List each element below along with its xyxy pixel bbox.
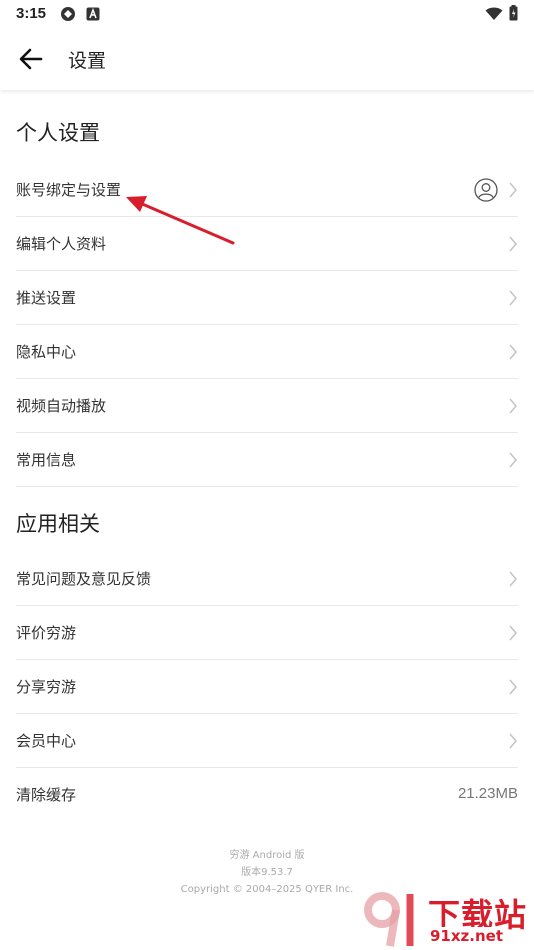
back-button[interactable]	[16, 45, 46, 73]
chevron-right-icon	[509, 571, 517, 587]
section-title-personal: 个人设置	[16, 121, 100, 145]
watermark-url: 91xz.net	[428, 927, 506, 945]
chevron-right-icon	[509, 452, 517, 468]
settings-item-label: 编辑个人资料	[16, 235, 107, 253]
settings-item-label: 推送设置	[16, 289, 77, 307]
chevron-right-icon	[509, 236, 517, 252]
cache-size-value: 21.23MB	[457, 785, 518, 802]
chevron-right-icon	[509, 290, 517, 306]
status-time: 3:15	[16, 5, 47, 22]
a-notification-icon	[86, 6, 100, 25]
app-bar: 设置	[0, 28, 534, 90]
settings-item-label: 隐私中心	[16, 343, 77, 361]
settings-item-video-autoplay[interactable]: 视频自动播放	[16, 379, 518, 433]
vpn-icon	[60, 6, 76, 26]
status-bar: 3:15	[0, 0, 534, 28]
settings-item-share-app[interactable]: 分享穷游	[16, 660, 518, 714]
chevron-right-icon	[509, 733, 517, 749]
settings-item-push[interactable]: 推送设置	[16, 271, 518, 325]
footer-version-number: 版本9.53.7	[241, 867, 293, 878]
settings-item-common-info[interactable]: 常用信息	[16, 433, 518, 487]
battery-icon	[509, 5, 518, 25]
settings-item-faq-feedback[interactable]: 常见问题及意见反馈	[16, 552, 518, 606]
settings-item-label: 会员中心	[16, 732, 77, 750]
watermark-91-logo-icon	[364, 892, 414, 947]
chevron-right-icon	[509, 398, 517, 414]
page-title: 设置	[68, 50, 107, 72]
chevron-right-icon	[509, 625, 517, 641]
settings-item-label: 常见问题及意见反馈	[16, 570, 152, 588]
arrow-left-icon	[19, 48, 43, 70]
settings-item-rate-app[interactable]: 评价穷游	[16, 606, 518, 660]
settings-item-membership[interactable]: 会员中心	[16, 714, 518, 768]
chevron-right-icon	[509, 679, 517, 695]
footer-app-version-label: 穷游 Android 版	[229, 850, 305, 861]
chevron-right-icon	[509, 344, 517, 360]
watermark: 下载站 91xz.net	[360, 884, 534, 950]
wifi-icon	[485, 6, 503, 25]
settings-item-label: 清除缓存	[16, 786, 77, 804]
settings-item-label: 评价穷游	[16, 624, 77, 642]
settings-item-account-binding[interactable]: 账号绑定与设置	[16, 163, 518, 217]
settings-item-label: 常用信息	[16, 451, 77, 469]
settings-item-label: 视频自动播放	[16, 397, 107, 415]
user-avatar-icon	[474, 178, 498, 202]
settings-item-label: 分享穷游	[16, 678, 77, 696]
settings-item-clear-cache[interactable]: 清除缓存 21.23MB	[16, 768, 518, 822]
section-title-app: 应用相关	[16, 512, 100, 536]
settings-item-edit-profile[interactable]: 编辑个人资料	[16, 217, 518, 271]
settings-item-label: 账号绑定与设置	[16, 181, 122, 199]
settings-item-privacy[interactable]: 隐私中心	[16, 325, 518, 379]
chevron-right-icon	[509, 182, 517, 198]
